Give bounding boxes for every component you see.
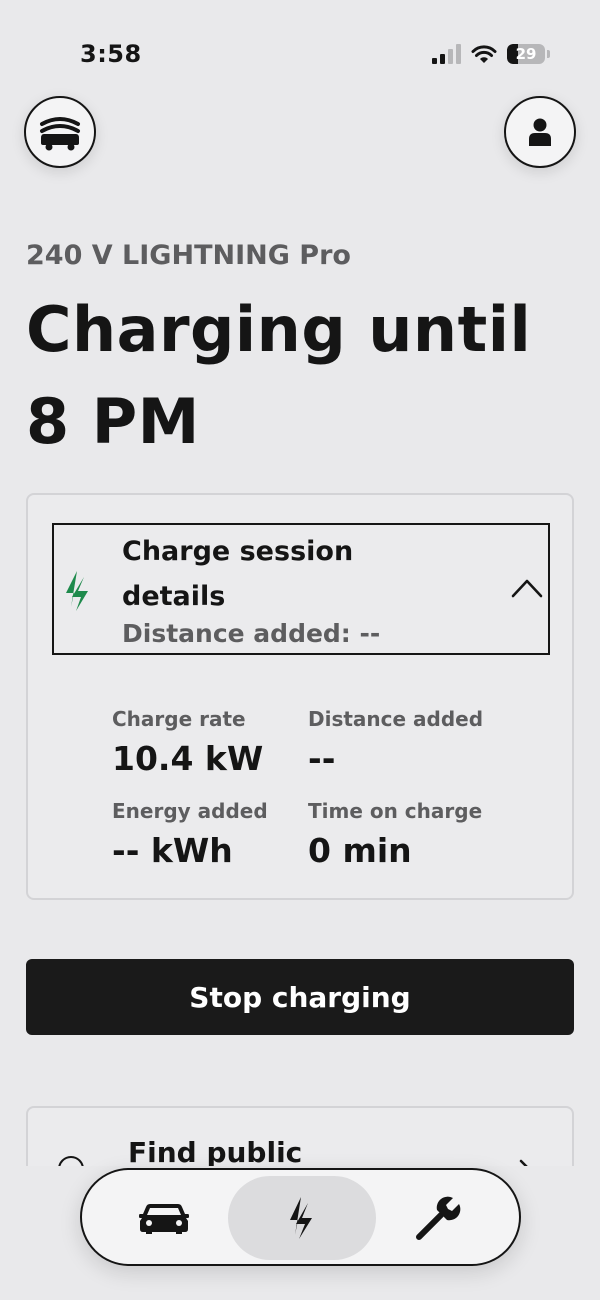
stop-charging-button[interactable]: Stop charging: [26, 959, 574, 1035]
wrench-icon: [416, 1196, 461, 1240]
profile-icon: [529, 118, 551, 146]
find-public-card[interactable]: Find public: [26, 1106, 574, 1166]
battery-level: 29: [515, 45, 537, 63]
stat-value: 10.4 kW: [112, 739, 264, 778]
status-icons: 29: [432, 44, 550, 64]
bolt-icon: [66, 571, 88, 611]
charge-session-header[interactable]: Charge session details Distance added: -…: [52, 523, 550, 655]
stat-value: 0 min: [308, 831, 412, 870]
stat-label: Time on charge: [308, 799, 483, 823]
stat-time-on-charge: Time on charge 0 min: [308, 799, 482, 870]
wifi-icon: [471, 45, 497, 63]
stat-distance-added: Distance added --: [308, 707, 483, 778]
bottom-tab-bar: [80, 1168, 521, 1266]
tab-vehicle[interactable]: [90, 1176, 238, 1260]
charger-name: 240 V LIGHTNING Pro: [26, 240, 351, 271]
find-public-title: Find public: [128, 1136, 303, 1166]
battery-cap: [547, 50, 550, 58]
tab-service[interactable]: [364, 1176, 512, 1260]
status-bar: 3:58 29: [0, 0, 600, 100]
garage-button[interactable]: [24, 96, 96, 168]
charging-status-headline: Charging until 8 PM: [26, 293, 532, 458]
chevron-right-icon: [519, 1159, 528, 1166]
stat-charge-rate: Charge rate 10.4 kW: [112, 707, 263, 778]
stat-label: Distance added: [308, 707, 484, 731]
search-icon: [58, 1156, 84, 1166]
bolt-icon: [290, 1197, 312, 1239]
charge-session-title: Charge session details: [122, 536, 354, 612]
stat-value: --: [308, 739, 336, 778]
stat-label: Charge rate: [112, 707, 246, 731]
car-icon: [139, 1204, 189, 1234]
stat-value: -- kWh: [112, 831, 233, 870]
chevron-up-icon[interactable]: [510, 577, 544, 599]
charge-session-subtitle: Distance added: --: [122, 619, 381, 648]
charge-session-card: Charge session details Distance added: -…: [26, 493, 574, 900]
stat-energy-added: Energy added -- kWh: [112, 799, 268, 870]
signal-icon: [432, 44, 461, 64]
tab-charge[interactable]: [228, 1176, 376, 1260]
profile-button[interactable]: [504, 96, 576, 168]
stat-label: Energy added: [112, 799, 268, 823]
status-time: 3:58: [80, 40, 142, 68]
find-public-clip: Find public: [0, 1100, 600, 1166]
garage-icon: [40, 117, 80, 151]
battery-icon: 29: [507, 44, 545, 64]
